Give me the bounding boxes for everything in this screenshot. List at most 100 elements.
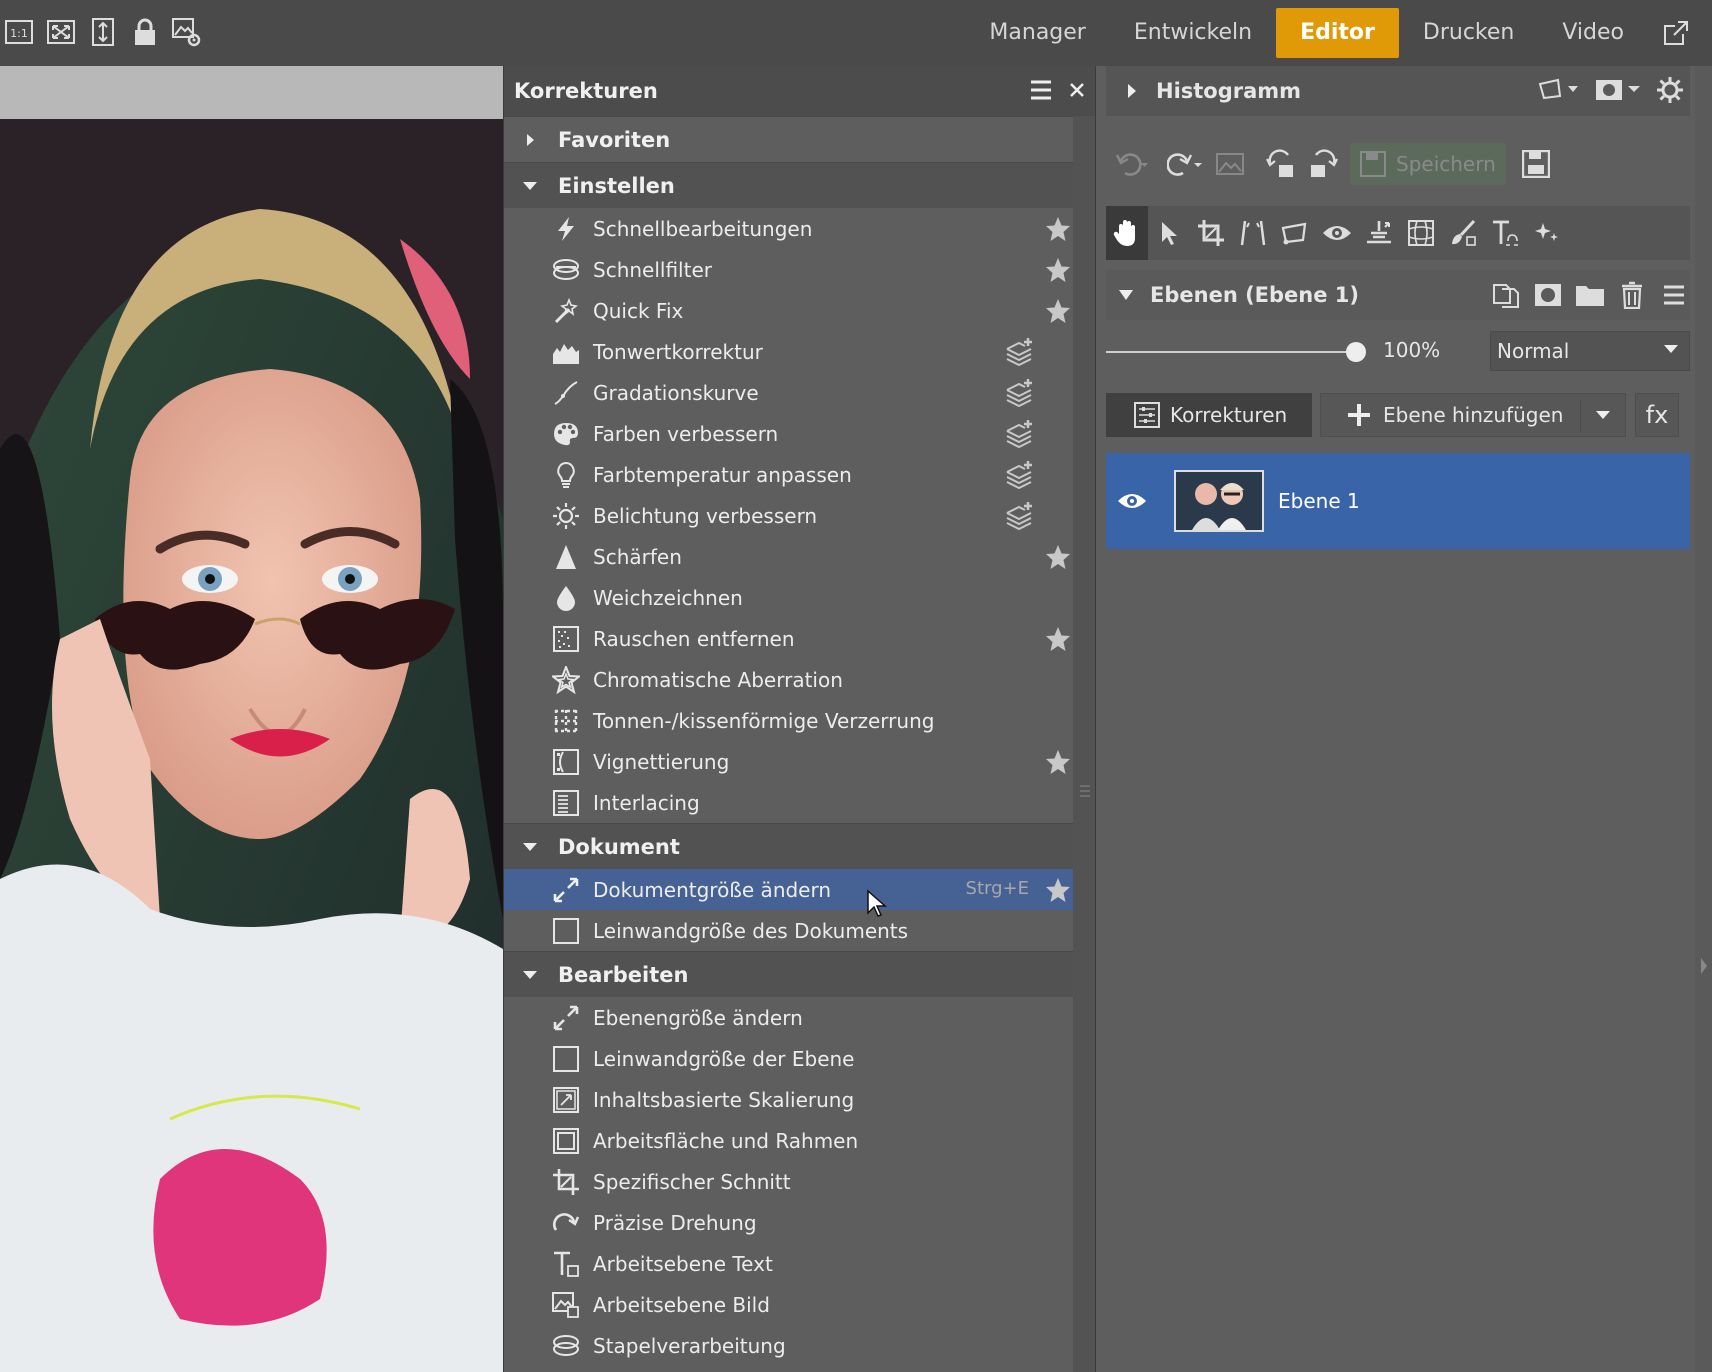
add-adjustment-layer-icon[interactable]	[1003, 337, 1035, 367]
pointer-tool-icon[interactable]	[1148, 206, 1190, 260]
list-item-interlacing[interactable]: Interlacing	[504, 782, 1073, 823]
fx-button[interactable]: fx	[1635, 393, 1679, 437]
content-aware-scale-icon	[550, 1085, 582, 1115]
interlacing-icon	[550, 788, 582, 818]
list-item-schnellbearbeitungen[interactable]: Schnellbearbeitungen	[504, 208, 1073, 249]
star-icon[interactable]	[1045, 877, 1071, 903]
korrekturen-label: Korrekturen	[1170, 403, 1288, 427]
list-item-praezise-drehung[interactable]: Präzise Drehung	[504, 1202, 1073, 1243]
tab-entwickeln[interactable]: Entwickeln	[1110, 8, 1276, 58]
fit-screen-icon[interactable]	[46, 12, 76, 52]
trash-icon[interactable]	[1616, 278, 1648, 312]
add-adjustment-layer-icon[interactable]	[1003, 501, 1035, 531]
list-item-chromatische[interactable]: Chromatische Aberration	[504, 659, 1073, 700]
star-icon[interactable]	[1045, 257, 1071, 283]
list-item-tonwertkorrektur[interactable]: Tonwertkorrektur	[504, 331, 1073, 372]
star-icon[interactable]	[1045, 544, 1071, 570]
straighten-tool-icon[interactable]	[1232, 206, 1274, 260]
layers-header[interactable]: Ebenen (Ebene 1)	[1106, 270, 1690, 320]
list-item-arbeitsflaeche[interactable]: Arbeitsfläche und Rahmen	[504, 1120, 1073, 1161]
section-bearbeiten[interactable]: Bearbeiten	[504, 951, 1073, 997]
selection-mode-icon[interactable]	[1538, 76, 1580, 104]
list-item-schnellfilter[interactable]: Schnellfilter	[504, 249, 1073, 290]
opacity-slider[interactable]	[1106, 351, 1356, 353]
star-icon[interactable]	[1045, 298, 1071, 324]
add-adjustment-layer-icon[interactable]	[1003, 460, 1035, 490]
section-favoriten[interactable]: Favoriten	[504, 116, 1073, 162]
clone-stamp-icon[interactable]	[1358, 206, 1400, 260]
tab-drucken[interactable]: Drucken	[1399, 8, 1538, 58]
opacity-slider-handle[interactable]	[1346, 342, 1366, 362]
list-item-leinwand-ebene[interactable]: Leinwandgröße der Ebene	[504, 1038, 1073, 1079]
lock-icon[interactable]	[130, 12, 160, 52]
section-einstellen[interactable]: Einstellen	[504, 162, 1073, 208]
list-item-gradationskurve[interactable]: Gradationskurve	[504, 372, 1073, 413]
rotate-right-icon[interactable]	[1302, 143, 1344, 185]
perspective-tool-icon[interactable]	[1274, 206, 1316, 260]
scroll-grip-icon[interactable]	[1079, 784, 1091, 798]
external-window-icon[interactable]	[1656, 8, 1696, 58]
tab-manager[interactable]: Manager	[965, 8, 1109, 58]
list-item-belichtung[interactable]: Belichtung verbessern	[504, 495, 1073, 536]
image-icon[interactable]	[1212, 143, 1248, 185]
list-item-schaerfen[interactable]: Schärfen	[504, 536, 1073, 577]
list-item-farben-verbessern[interactable]: Farben verbessern	[504, 413, 1073, 454]
star-icon[interactable]	[1045, 749, 1071, 775]
save-as-icon[interactable]	[1510, 143, 1562, 185]
section-dokument[interactable]: Dokument	[504, 823, 1073, 869]
one-to-one-icon[interactable]: 1:1	[4, 12, 34, 52]
list-item-quick-fix[interactable]: Quick Fix	[504, 290, 1073, 331]
list-item-dokumentgroesse[interactable]: Dokumentgröße ändern Strg+E	[504, 869, 1073, 917]
list-item-rauschen[interactable]: Rauschen entfernen	[504, 618, 1073, 659]
korrekturen-button[interactable]: Korrekturen	[1106, 393, 1312, 437]
star-icon[interactable]	[1045, 626, 1071, 652]
list-item-vignettierung[interactable]: Vignettierung	[504, 741, 1073, 782]
tab-editor[interactable]: Editor	[1276, 8, 1399, 58]
effects-sparkle-icon[interactable]	[1526, 206, 1568, 260]
menu-icon[interactable]	[1027, 76, 1055, 104]
mesh-warp-icon[interactable]	[1400, 206, 1442, 260]
folder-icon[interactable]	[1574, 278, 1606, 312]
list-item-ebenengroesse[interactable]: Ebenengröße ändern	[504, 997, 1073, 1038]
brush-tool-icon[interactable]	[1442, 206, 1484, 260]
blend-mode-select[interactable]: Normal	[1490, 331, 1690, 371]
list-item-arbeitsebene-bild[interactable]: Arbeitsebene Bild	[504, 1284, 1073, 1325]
rotate-left-icon[interactable]	[1260, 143, 1302, 185]
image-settings-icon[interactable]	[172, 12, 202, 52]
list-item-verzerrung[interactable]: Tonnen-/kissenförmige Verzerrung	[504, 700, 1073, 741]
list-item-leinwand-dokument[interactable]: Leinwandgröße des Dokuments	[504, 910, 1073, 951]
histogram-header[interactable]: Histogramm	[1106, 66, 1690, 116]
duplicate-layer-icon[interactable]	[1490, 278, 1522, 312]
list-item-farbtemperatur[interactable]: Farbtemperatur anpassen	[504, 454, 1073, 495]
visibility-eye-icon[interactable]	[1112, 486, 1152, 516]
layer-row[interactable]: Ebene 1	[1106, 453, 1690, 549]
list-item-inhaltsbasiert[interactable]: Inhaltsbasierte Skalierung	[504, 1079, 1073, 1120]
text-tool-icon[interactable]	[1484, 206, 1526, 260]
close-icon[interactable]	[1063, 76, 1091, 104]
expand-panel-icon[interactable]	[1699, 956, 1709, 976]
chevron-down-icon[interactable]	[1595, 410, 1611, 420]
settings-gear-icon[interactable]	[1656, 76, 1684, 104]
hand-tool-icon[interactable]	[1106, 206, 1148, 260]
eye-redeye-icon[interactable]	[1316, 206, 1358, 260]
add-adjustment-layer-icon[interactable]	[1003, 378, 1035, 408]
list-item-stapelverarbeitung[interactable]: Stapelverarbeitung	[504, 1325, 1073, 1366]
list-item-spezifischer-schnitt[interactable]: Spezifischer Schnitt	[504, 1161, 1073, 1202]
fit-height-icon[interactable]	[88, 12, 118, 52]
add-adjustment-layer-icon[interactable]	[1003, 419, 1035, 449]
add-layer-button[interactable]: Ebene hinzufügen	[1320, 393, 1626, 437]
save-button[interactable]: Speichern	[1350, 143, 1506, 185]
scrollbar[interactable]	[1073, 116, 1095, 1372]
undo-icon[interactable]	[1106, 143, 1158, 185]
layers-menu-icon[interactable]	[1658, 278, 1690, 312]
tab-video[interactable]: Video	[1538, 8, 1648, 58]
redo-icon[interactable]	[1158, 143, 1212, 185]
layer-mask-icon[interactable]	[1532, 278, 1564, 312]
list-item-arbeitsebene-text[interactable]: Arbeitsebene Text	[504, 1243, 1073, 1284]
mask-icon[interactable]	[1594, 76, 1642, 104]
list-item-weichzeichnen[interactable]: Weichzeichnen	[504, 577, 1073, 618]
crop-tool-icon[interactable]	[1190, 206, 1232, 260]
photo-canvas[interactable]	[0, 119, 503, 1372]
batch-icon	[550, 1331, 582, 1361]
star-icon[interactable]	[1045, 216, 1071, 242]
